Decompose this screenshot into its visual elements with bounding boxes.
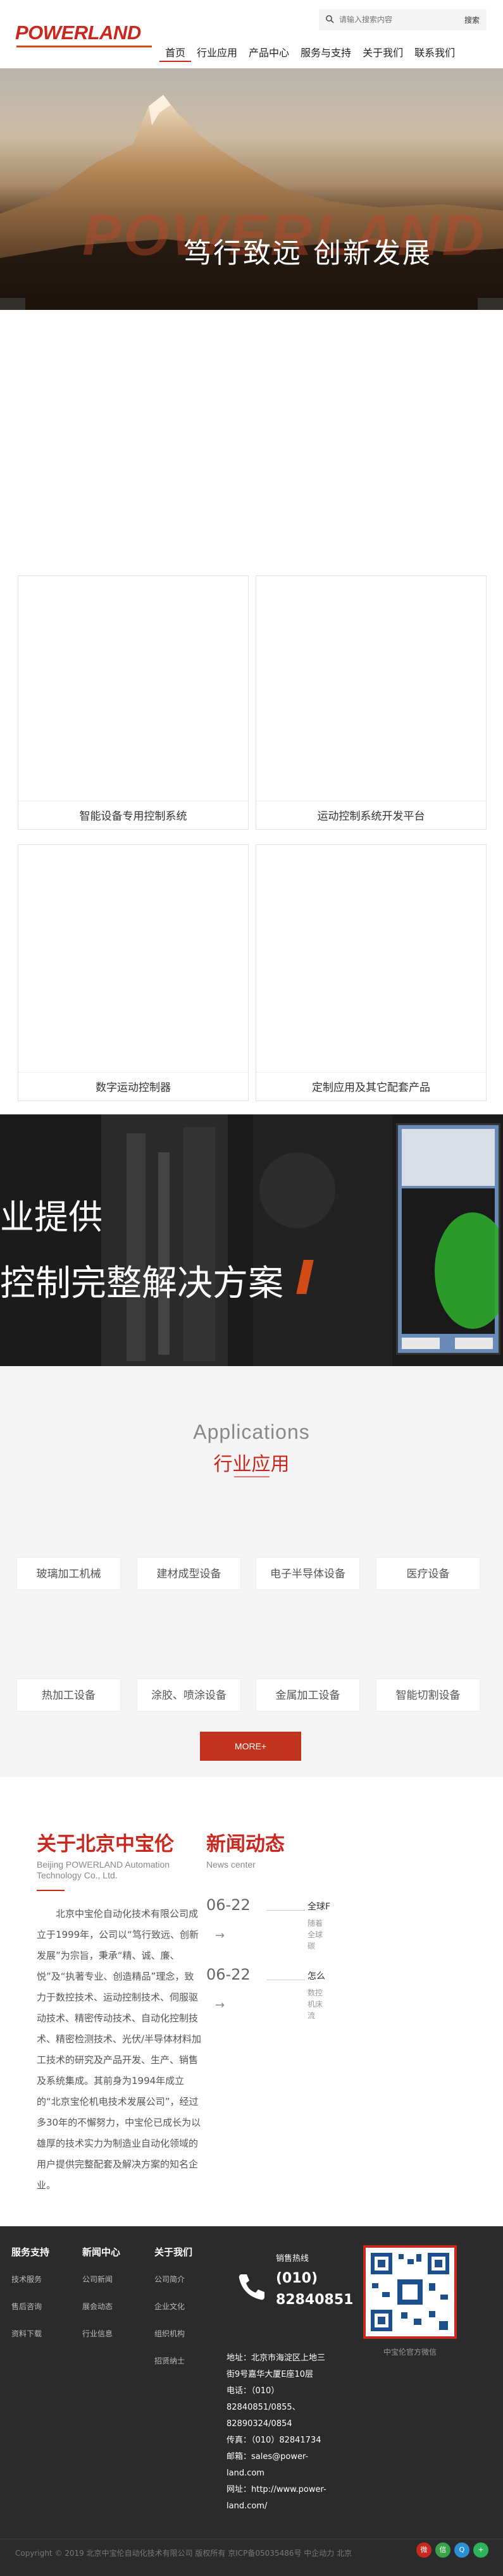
hmi-screen-image [396, 1123, 503, 1355]
logo[interactable]: POWERLAND [15, 22, 141, 44]
product-label: 数字运动控制器 [96, 1082, 171, 1094]
site-header: POWERLAND 搜索 首页 行业应用 产品中心 服务与支持 关于我们 联系我… [0, 0, 503, 68]
footer-link[interactable]: 招贤纳士 [154, 2355, 192, 2366]
app-item[interactable]: 建材成型设备 [137, 1557, 241, 1590]
phone-icon [239, 2274, 264, 2300]
about-body: 北京中宝伦自动化技术有限公司成立于1999年，公司以“笃行致远、创新发展”为宗旨… [37, 1908, 202, 2191]
wechat-icon[interactable]: 信 [435, 2542, 450, 2558]
about-subtitle: Beijing POWERLAND Automation Technology … [37, 1859, 170, 1880]
about-news-section: 关于北京中宝伦 Beijing POWERLAND Automation Tec… [0, 1777, 503, 2226]
product-label: 运动控制系统开发平台 [317, 810, 425, 823]
screen-content [402, 1129, 503, 1349]
nav-item-service[interactable]: 服务与支持 [295, 44, 357, 62]
about-underline [37, 1890, 65, 1891]
nav-item-home[interactable]: 首页 [159, 44, 192, 62]
app-item[interactable]: 医疗设备 [376, 1557, 480, 1590]
footer-column-news: 新闻中心 公司新闻 展会动态 行业信息 [82, 2245, 120, 2355]
product-card[interactable]: 数字运动控制器 [18, 844, 249, 1101]
search-box: 搜索 [319, 9, 487, 30]
footer-column-about: 关于我们 公司简介 企业文化 组织机构 招贤纳士 [154, 2245, 192, 2382]
nav-item-contact[interactable]: 联系我们 [409, 44, 461, 62]
hero-banner: POWERLAND 笃行致远 创新发展 [0, 68, 503, 310]
arrow-right-icon: → [215, 1929, 225, 1942]
arrow-right-icon: → [215, 1999, 225, 2012]
footer-column-service: 服务支持 技术服务 售后咨询 资料下载 [11, 2245, 49, 2355]
footer-link[interactable]: 组织机构 [154, 2328, 192, 2339]
contact-phone: 电话：（010）82840851/0855、82890324/0854 [227, 2386, 301, 2429]
contact-fax: 传真：（010）82841734 [227, 2436, 321, 2445]
news-title[interactable]: 新闻动态 [206, 1828, 285, 1856]
search-input[interactable] [339, 13, 454, 26]
card-divider [18, 1072, 248, 1073]
app-item[interactable]: 电子半导体设备 [256, 1557, 360, 1590]
news-item[interactable]: 06-22 → 怎么 数控机床流程... [206, 1966, 503, 2035]
product-label: 定制应用及其它配套产品 [312, 1082, 430, 1094]
contact-website[interactable]: 网址：http://www.power-land.com/ [227, 2482, 333, 2515]
footer-link[interactable]: 公司简介 [154, 2274, 192, 2284]
page: { "header": { "logo": "POWERLAND", "sear… [0, 0, 503, 2576]
card-divider [256, 1072, 486, 1073]
nav-item-industry[interactable]: 行业应用 [191, 44, 243, 62]
applications-section: Applications 行业应用 玻璃加工机械 建材成型设备 电子半导体设备 … [0, 1366, 503, 1777]
news-headline[interactable]: 全球F [307, 1900, 330, 1913]
share-icon[interactable]: + [473, 2542, 488, 2558]
solution-headline-line1: 业提供 [0, 1197, 102, 1237]
app-item[interactable]: 热加工设备 [16, 1679, 121, 1711]
app-item[interactable]: 金属加工设备 [256, 1679, 360, 1711]
hero-slogan: 笃行致远 创新发展 [183, 237, 432, 269]
nav-item-about[interactable]: 关于我们 [357, 44, 409, 62]
solution-banner: 业提供 控制完整解决方案 [0, 1114, 503, 1366]
contact-email[interactable]: 邮箱：sales@power-land.com [227, 2449, 333, 2482]
search-icon[interactable] [325, 15, 334, 23]
product-card[interactable]: 智能设备专用控制系统 [18, 576, 249, 830]
footer-link[interactable]: 展会动态 [82, 2301, 120, 2312]
news-date: 06-22 [206, 1896, 251, 1914]
logo-underline [16, 46, 152, 47]
qr-code-icon [366, 2248, 454, 2336]
news-divider [267, 1910, 305, 1911]
qq-icon[interactable]: Q [454, 2542, 469, 2558]
product-card[interactable]: 运动控制系统开发平台 [256, 576, 487, 830]
mountain-image [0, 95, 503, 310]
footer-column-title: 服务支持 [11, 2246, 50, 2258]
footer-link[interactable]: 技术服务 [11, 2274, 49, 2284]
footer-link[interactable]: 公司新闻 [82, 2274, 120, 2284]
product-label: 智能设备专用控制系统 [79, 810, 187, 823]
news-date: 06-22 [206, 1966, 251, 1983]
app-item[interactable]: 涂胶、喷涂设备 [137, 1679, 241, 1711]
weibo-icon[interactable]: 微 [416, 2542, 432, 2558]
main-nav: 首页 行业应用 产品中心 服务与支持 关于我们 联系我们 [159, 44, 461, 62]
nav-item-products[interactable]: 产品中心 [243, 44, 295, 62]
footer-link[interactable]: 售后咨询 [11, 2301, 49, 2312]
contact-info: 地址：北京市海淀区上地三街9号嘉华大厦E座10层 电话：（010）8284085… [227, 2350, 333, 2515]
product-card[interactable]: 定制应用及其它配套产品 [256, 844, 487, 1101]
footer-link[interactable]: 行业信息 [82, 2328, 120, 2339]
footer-column-title: 关于我们 [154, 2246, 193, 2258]
news-summary: 随着全球碳中... [307, 1919, 323, 1950]
solution-headline-line2: 控制完整解决方案 [0, 1263, 283, 1304]
wechat-qr-code [363, 2245, 457, 2339]
footer-column-title: 新闻中心 [82, 2246, 121, 2258]
news-subtitle: News center [206, 1859, 256, 1870]
qr-caption: 中宝伦官方微信 [383, 2348, 437, 2357]
footer-link[interactable]: 资料下载 [11, 2328, 49, 2339]
app-item[interactable]: 智能切割设备 [376, 1679, 480, 1711]
section-title: 行业应用 [213, 1453, 290, 1476]
news-summary: 数控机床流程... [307, 1988, 323, 2020]
more-button[interactable]: MORE+ [200, 1732, 301, 1761]
section-title-en: Applications [193, 1420, 310, 1443]
app-item[interactable]: 玻璃加工机械 [16, 1557, 121, 1590]
footer-link[interactable]: 企业文化 [154, 2301, 192, 2312]
product-section: 智能设备专用控制系统 运动控制系统开发平台 数字运动控制器 定制应用及其它配套产… [0, 310, 503, 1113]
site-footer: 服务支持 技术服务 售后咨询 资料下载 新闻中心 公司新闻 展会动态 行业信息 … [0, 2226, 503, 2576]
search-button[interactable]: 搜索 [459, 13, 485, 26]
contact-address: 地址：北京市海淀区上地三街9号嘉华大厦E座10层 [227, 2353, 326, 2379]
news-headline[interactable]: 怎么 [307, 1969, 325, 1982]
hotline-label: 销售热线 [276, 2254, 309, 2264]
about-title[interactable]: 关于北京中宝伦 [37, 1828, 174, 1856]
title-underline [234, 1476, 270, 1477]
hotline-number: (010) 82840851 [276, 2271, 354, 2308]
news-item[interactable]: 06-22 → 全球F 随着全球碳中... [206, 1896, 503, 1966]
